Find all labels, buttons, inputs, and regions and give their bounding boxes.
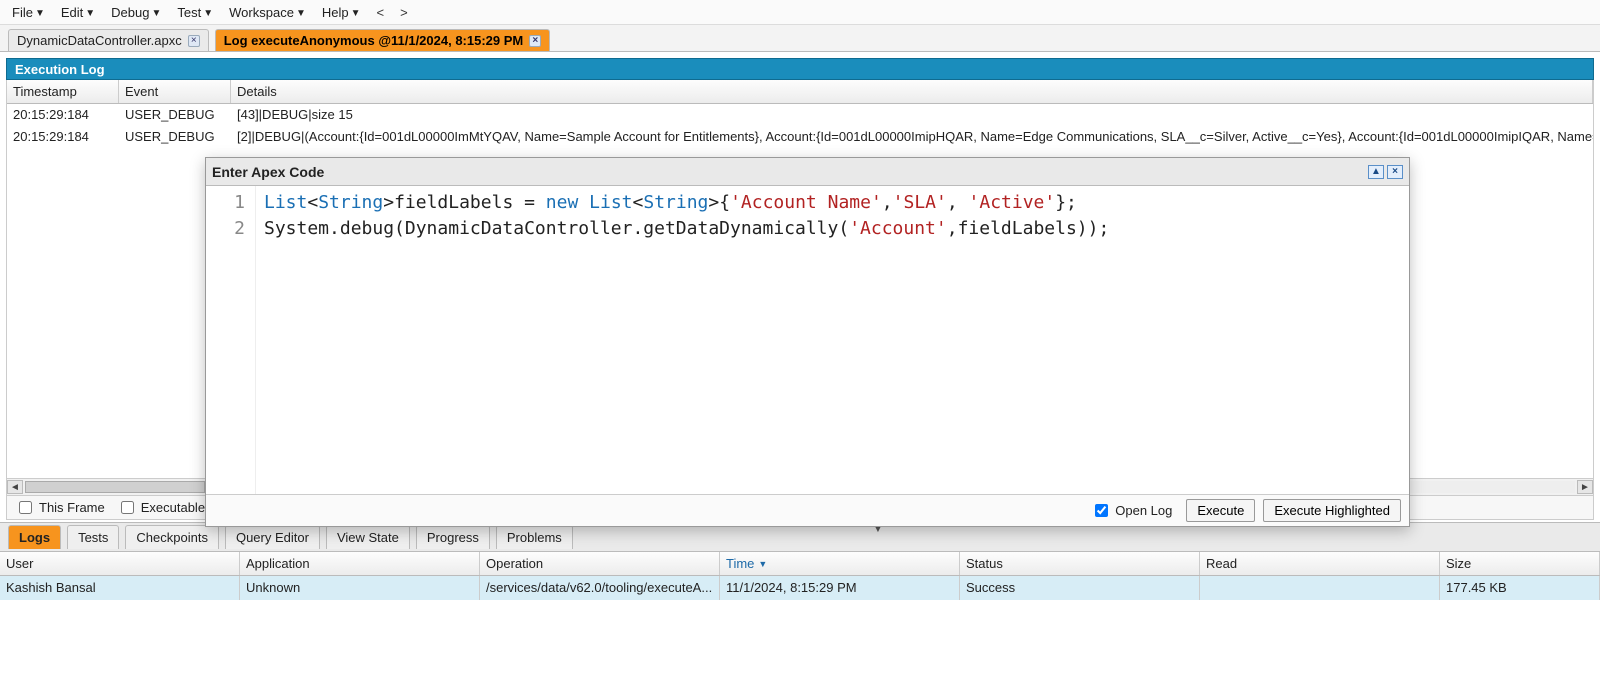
cell-details: [43]|DEBUG|size 15 bbox=[231, 104, 1593, 126]
cell-operation: /services/data/v62.0/tooling/executeA... bbox=[480, 576, 720, 600]
chevron-down-icon: ▼ bbox=[203, 8, 213, 19]
chevron-down-icon: ▼ bbox=[35, 8, 45, 19]
line-gutter: 12 bbox=[206, 186, 256, 494]
execution-log-rows: 20:15:29:184 USER_DEBUG [43]|DEBUG|size … bbox=[7, 104, 1593, 148]
tab-label: DynamicDataController.apxc bbox=[17, 33, 182, 48]
chevron-down-icon: ▼ bbox=[151, 8, 161, 19]
column-user[interactable]: User bbox=[0, 552, 240, 575]
chevron-down-icon: ▼ bbox=[296, 8, 306, 19]
column-read[interactable]: Read bbox=[1200, 552, 1440, 575]
nav-forward-button[interactable]: > bbox=[392, 3, 416, 22]
tab-tests[interactable]: Tests bbox=[67, 525, 119, 549]
tab-execution-log[interactable]: Log executeAnonymous @11/1/2024, 8:15:29… bbox=[215, 29, 551, 51]
open-log-checkbox[interactable]: Open Log bbox=[1091, 501, 1172, 520]
tab-progress[interactable]: Progress bbox=[416, 525, 490, 549]
scroll-thumb[interactable] bbox=[25, 481, 205, 493]
dialog-title: Enter Apex Code bbox=[212, 164, 324, 180]
chevron-down-icon: ▼ bbox=[85, 8, 95, 19]
chevron-down-icon: ▼ bbox=[351, 8, 361, 19]
nav-back-button[interactable]: < bbox=[369, 3, 393, 22]
dialog-buttons: Open Log Execute Execute Highlighted bbox=[206, 494, 1409, 526]
close-icon[interactable]: × bbox=[188, 35, 200, 47]
execution-log-title: Execution Log bbox=[6, 58, 1594, 80]
column-timestamp[interactable]: Timestamp bbox=[7, 80, 119, 103]
menu-help[interactable]: Help▼ bbox=[314, 3, 369, 22]
cell-user: Kashish Bansal bbox=[0, 576, 240, 600]
column-operation[interactable]: Operation bbox=[480, 552, 720, 575]
menu-workspace[interactable]: Workspace▼ bbox=[221, 3, 314, 22]
tab-logs[interactable]: Logs bbox=[8, 525, 61, 549]
menu-edit[interactable]: Edit▼ bbox=[53, 3, 103, 22]
menu-debug[interactable]: Debug▼ bbox=[103, 3, 169, 22]
cell-read bbox=[1200, 576, 1440, 600]
cell-size: 177.45 KB bbox=[1440, 576, 1600, 600]
execute-button[interactable]: Execute bbox=[1186, 499, 1255, 522]
cell-application: Unknown bbox=[240, 576, 480, 600]
file-tabbar: DynamicDataController.apxc × Log execute… bbox=[0, 24, 1600, 52]
column-event[interactable]: Event bbox=[119, 80, 231, 103]
tab-query-editor[interactable]: Query Editor bbox=[225, 525, 320, 549]
tab-label: Log executeAnonymous @11/1/2024, 8:15:29… bbox=[224, 33, 524, 48]
tab-dynamic-data-controller[interactable]: DynamicDataController.apxc × bbox=[8, 29, 209, 51]
table-row[interactable]: Kashish Bansal Unknown /services/data/v6… bbox=[0, 576, 1600, 600]
close-icon[interactable]: × bbox=[1387, 165, 1403, 179]
code-editor[interactable]: 12 List<String>fieldLabels = new List<St… bbox=[206, 186, 1409, 494]
sort-desc-icon: ▼ bbox=[758, 559, 767, 569]
cell-timestamp: 20:15:29:184 bbox=[7, 104, 119, 126]
menu-file[interactable]: File▼ bbox=[4, 3, 53, 22]
column-details[interactable]: Details bbox=[231, 80, 1593, 103]
column-status[interactable]: Status bbox=[960, 552, 1200, 575]
execute-highlighted-button[interactable]: Execute Highlighted bbox=[1263, 499, 1401, 522]
table-row[interactable]: 20:15:29:184 USER_DEBUG [2]|DEBUG|(Accou… bbox=[7, 126, 1593, 148]
menubar: File▼ Edit▼ Debug▼ Test▼ Workspace▼ Help… bbox=[0, 0, 1600, 24]
this-frame-checkbox[interactable]: This Frame bbox=[15, 498, 105, 517]
cell-timestamp: 20:15:29:184 bbox=[7, 126, 119, 148]
cell-time: 11/1/2024, 8:15:29 PM bbox=[720, 576, 960, 600]
executable-checkbox[interactable]: Executable bbox=[117, 498, 205, 517]
tab-view-state[interactable]: View State bbox=[326, 525, 410, 549]
scroll-right-icon[interactable]: ► bbox=[1577, 480, 1593, 494]
cell-event: USER_DEBUG bbox=[119, 104, 231, 126]
execution-log-header: Timestamp Event Details bbox=[7, 80, 1593, 104]
column-time[interactable]: Time▼ bbox=[720, 552, 960, 575]
column-size[interactable]: Size bbox=[1440, 552, 1600, 575]
cell-status: Success bbox=[960, 576, 1200, 600]
dialog-titlebar[interactable]: Enter Apex Code ▲ × bbox=[206, 158, 1409, 186]
close-icon[interactable]: × bbox=[529, 35, 541, 47]
code-body[interactable]: List<String>fieldLabels = new List<Strin… bbox=[256, 186, 1117, 494]
cell-event: USER_DEBUG bbox=[119, 126, 231, 148]
scroll-left-icon[interactable]: ◄ bbox=[7, 480, 23, 494]
tab-problems[interactable]: Problems bbox=[496, 525, 573, 549]
cell-details: [2]|DEBUG|(Account:{Id=001dL00000ImMtYQA… bbox=[231, 126, 1593, 148]
logs-header: User Application Operation Time▼ Status … bbox=[0, 552, 1600, 576]
table-row[interactable]: 20:15:29:184 USER_DEBUG [43]|DEBUG|size … bbox=[7, 104, 1593, 126]
column-application[interactable]: Application bbox=[240, 552, 480, 575]
enter-apex-code-dialog: Enter Apex Code ▲ × 12 List<String>field… bbox=[205, 157, 1410, 527]
tab-checkpoints[interactable]: Checkpoints bbox=[125, 525, 219, 549]
collapse-icon[interactable]: ▲ bbox=[1368, 165, 1384, 179]
menu-test[interactable]: Test▼ bbox=[169, 3, 221, 22]
